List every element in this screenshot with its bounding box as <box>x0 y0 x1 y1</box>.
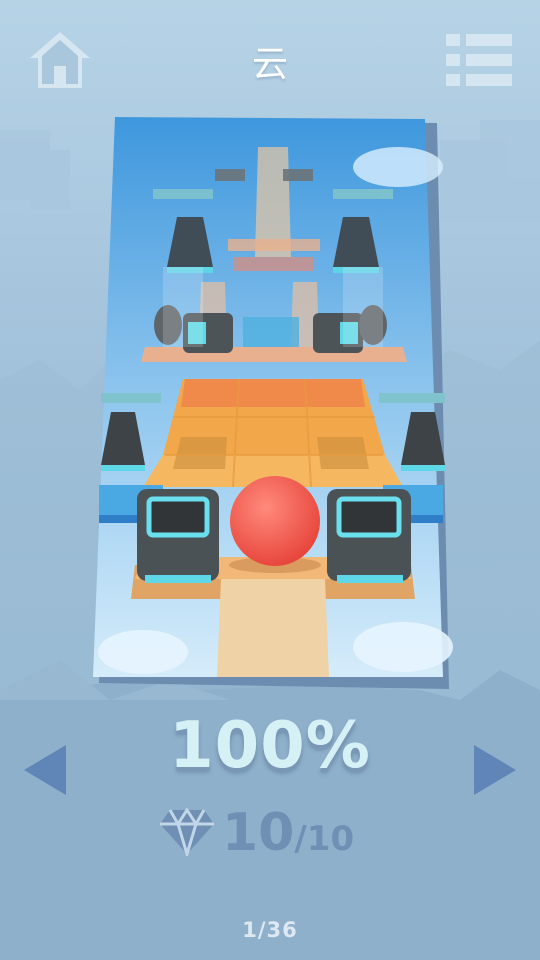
top-bar: 云 <box>0 0 540 120</box>
menu-button[interactable] <box>446 34 512 86</box>
next-level-button[interactable] <box>470 743 520 797</box>
home-button[interactable] <box>28 28 92 92</box>
gems-collected: 10 <box>222 803 295 863</box>
home-icon <box>30 32 90 88</box>
level-title: 云 <box>251 44 288 85</box>
completion-percent: 100% <box>169 709 371 783</box>
page-indicator: 1/36 <box>242 918 298 942</box>
level-preview-card[interactable] <box>93 117 453 689</box>
gem-counter: 10/10 <box>160 800 390 866</box>
diamond-icon <box>160 808 214 856</box>
gems-total: /10 <box>294 819 355 859</box>
gem-count-text: 10/10 <box>222 800 354 866</box>
list-menu-icon <box>446 34 512 86</box>
previous-level-button[interactable] <box>20 743 70 797</box>
level-preview-image <box>93 117 453 689</box>
arrow-right-icon <box>474 745 516 795</box>
arrow-left-icon <box>24 745 66 795</box>
